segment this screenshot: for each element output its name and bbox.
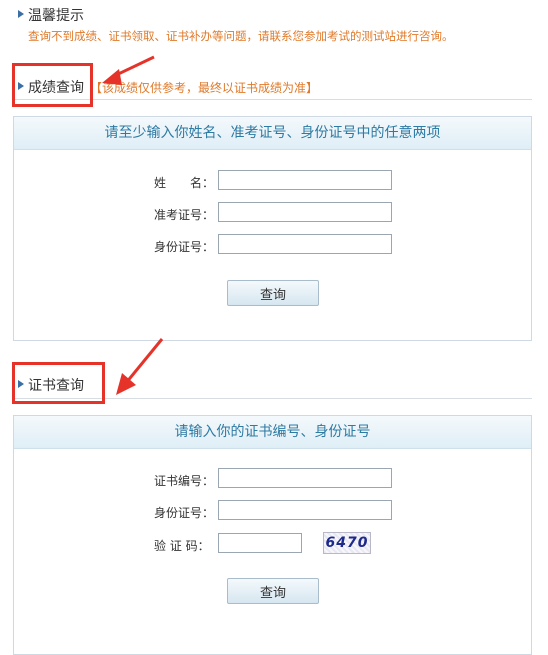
cert-number-label: 证书编号： (154, 474, 215, 488)
cert-panel-title: 请输入你的证书编号、身份证号 (14, 416, 531, 449)
id-number-label: 身份证号： (154, 506, 215, 520)
tips-text: 查询不到成绩、证书领取、证书补办等问题，请联系您参加考试的测试站进行咨询。 (28, 29, 454, 43)
name-input[interactable] (218, 170, 392, 190)
cert-query-panel: 请输入你的证书编号、身份证号 证书编号： 身份证号： 验 证 码： 6470 查… (13, 415, 532, 655)
score-query-button[interactable]: 查询 (227, 280, 319, 306)
highlight-box (12, 63, 93, 107)
captcha-input[interactable] (218, 533, 302, 553)
id-number-label: 身份证号： (154, 240, 215, 254)
name-label: 姓 名： (154, 176, 215, 190)
bullet-triangle-icon (18, 10, 24, 18)
score-query-panel: 请至少输入你姓名、准考证号、身份证号中的任意两项 姓 名： 准考证号： 身份证号… (13, 116, 532, 341)
red-arrow-icon (116, 338, 164, 395)
score-panel-title: 请至少输入你姓名、准考证号、身份证号中的任意两项 (14, 117, 531, 150)
captcha-image[interactable]: 6470 (323, 532, 371, 554)
ticket-number-input[interactable] (218, 202, 392, 222)
captcha-label: 验 证 码： (154, 539, 210, 553)
highlight-box (12, 362, 105, 404)
id-number-input[interactable] (218, 500, 392, 520)
cert-query-button[interactable]: 查询 (227, 578, 319, 604)
cert-number-input[interactable] (218, 468, 392, 488)
ticket-number-label: 准考证号： (154, 208, 215, 222)
red-arrow-icon (102, 55, 155, 85)
id-number-input[interactable] (218, 234, 392, 254)
tips-title: 温馨提示 (28, 8, 84, 24)
